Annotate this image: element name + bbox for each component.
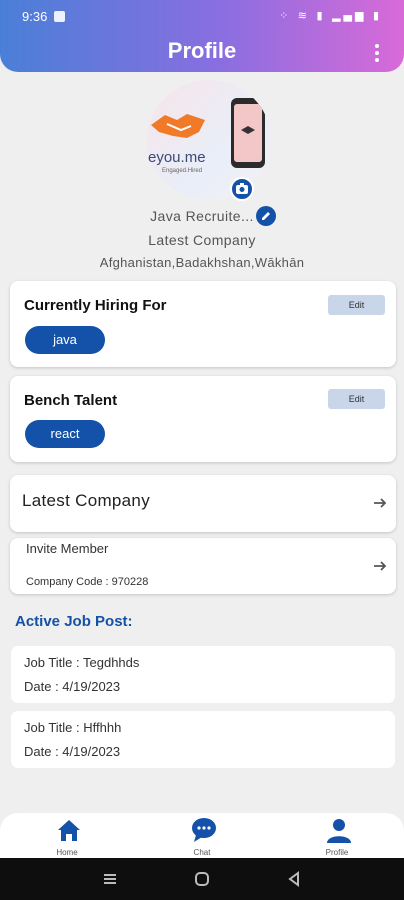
system-navigation-bar <box>0 858 404 900</box>
recruiter-name-text: Java Recruite... <box>150 208 254 224</box>
job-date: Date : 4/19/2023 <box>24 679 121 694</box>
company-name: Latest Company <box>148 232 256 248</box>
camera-icon[interactable] <box>230 177 254 201</box>
currently-hiring-edit-button[interactable]: Edit <box>328 295 385 315</box>
latest-company-label: Latest Company <box>22 491 150 510</box>
person-icon <box>327 819 351 843</box>
home-button-icon[interactable] <box>194 871 210 887</box>
recruiter-name: Java Recruite... <box>0 208 404 224</box>
job-post-card[interactable]: Job Title : Tegdhhds Date : 4/19/2023 <box>11 646 395 703</box>
nav-chat-label: Chat <box>193 848 211 857</box>
bench-talent-card: Bench Talent Edit react <box>10 376 396 462</box>
status-icons: ⁘ ≋ ▮ ▂▄▆ ▮ <box>279 9 382 22</box>
status-time: 9:36 <box>22 9 48 24</box>
nav-home-label: Home <box>56 848 78 857</box>
chat-icon <box>192 818 216 842</box>
bottom-navigation: Home Chat Profile <box>0 813 404 858</box>
job-date: Date : 4/19/2023 <box>24 744 121 759</box>
arrow-right-icon <box>374 498 387 508</box>
arrow-right-icon <box>374 561 387 571</box>
home-icon <box>58 820 80 841</box>
currently-hiring-title: Currently Hiring For <box>24 297 167 314</box>
recent-apps-icon[interactable] <box>102 871 118 887</box>
currently-hiring-card: Currently Hiring For Edit java <box>10 281 396 367</box>
back-icon[interactable] <box>286 871 302 887</box>
invite-member-row[interactable]: Invite Member Company Code : 970228 <box>10 538 396 594</box>
more-options-icon[interactable] <box>374 44 380 64</box>
job-title: Job Title : Tegdhhds <box>24 655 140 670</box>
nav-profile-label: Profile <box>325 848 349 857</box>
edit-profile-icon[interactable] <box>256 206 276 226</box>
company-code: Company Code : 970228 <box>26 576 149 588</box>
logo-text: eyou.me <box>148 149 206 166</box>
app-header: 9:36 ⁘ ≋ ▮ ▂▄▆ ▮ Profile <box>0 0 404 72</box>
page-title: Profile <box>167 38 237 63</box>
nav-home[interactable]: Home <box>22 813 112 858</box>
active-job-heading: Active Job Post: <box>15 613 133 630</box>
logo-tagline: Engaged.Hired <box>162 168 203 174</box>
bench-talent-edit-button[interactable]: Edit <box>328 389 385 409</box>
notification-icon <box>54 11 65 22</box>
location: Afghanistan,Badakhshan,Wākhān <box>99 255 305 270</box>
hiring-tag-java[interactable]: java <box>25 326 105 354</box>
nav-profile[interactable]: Profile <box>292 813 382 858</box>
bench-talent-title: Bench Talent <box>24 392 118 409</box>
latest-company-row[interactable]: Latest Company <box>10 475 396 532</box>
nav-chat[interactable]: Chat <box>157 813 247 858</box>
invite-member-label: Invite Member <box>26 541 109 556</box>
bench-tag-react[interactable]: react <box>25 420 105 448</box>
job-title: Job Title : Hffhhh <box>24 720 122 735</box>
job-post-card[interactable]: Job Title : Hffhhh Date : 4/19/2023 <box>11 711 395 768</box>
